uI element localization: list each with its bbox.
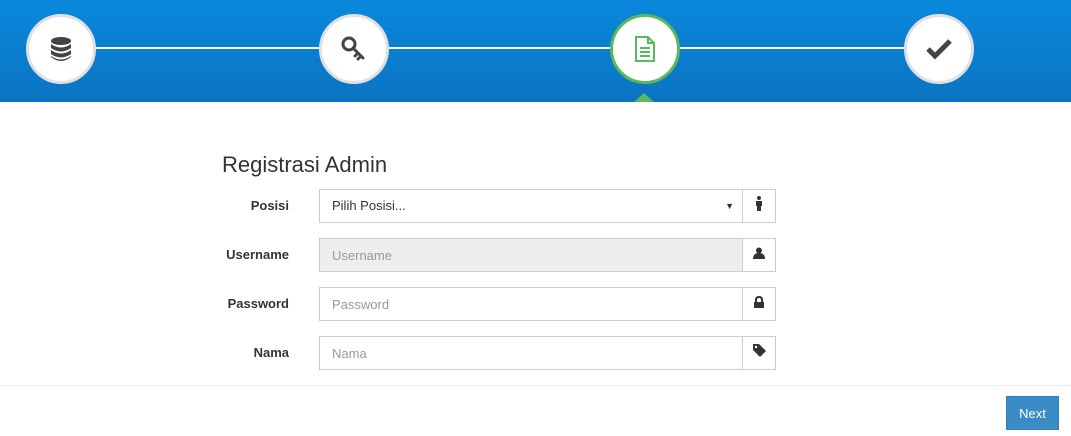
page-title: Registrasi Admin <box>222 152 388 177</box>
password-field[interactable] <box>319 287 742 321</box>
username-field[interactable] <box>319 238 742 272</box>
chevron-down-icon: ▼ <box>725 201 734 211</box>
password-addon <box>742 287 776 321</box>
step-progress-line <box>60 47 940 49</box>
key-icon <box>341 36 367 62</box>
tag-icon <box>752 344 766 362</box>
password-row: Password <box>200 287 776 321</box>
next-button[interactable]: Next <box>1006 396 1059 430</box>
lock-icon <box>754 295 764 313</box>
user-icon <box>753 246 765 264</box>
password-label: Password <box>227 296 289 311</box>
posisi-label: Posisi <box>250 198 289 213</box>
posisi-row: Posisi Pilih Posisi... ▼ <box>200 189 776 223</box>
checkmark-icon <box>926 38 952 60</box>
username-label: Username <box>226 247 289 262</box>
document-icon <box>634 36 656 62</box>
nama-label: Nama <box>253 345 289 360</box>
nama-row: Nama <box>200 336 776 370</box>
footer-divider <box>0 385 1071 386</box>
step-database[interactable] <box>26 14 96 84</box>
step-finish[interactable] <box>904 14 974 84</box>
step-document[interactable] <box>610 14 680 84</box>
username-addon <box>742 238 776 272</box>
posisi-addon <box>742 189 776 223</box>
wizard-header <box>0 0 1071 102</box>
person-icon <box>755 196 763 216</box>
active-step-pointer <box>634 93 654 102</box>
database-icon <box>49 36 73 62</box>
step-key[interactable] <box>319 14 389 84</box>
posisi-selected-value: Pilih Posisi... <box>332 198 406 213</box>
nama-addon <box>742 336 776 370</box>
nama-field[interactable] <box>319 336 742 370</box>
posisi-select[interactable]: Pilih Posisi... ▼ <box>319 189 742 223</box>
username-row: Username <box>200 238 776 272</box>
